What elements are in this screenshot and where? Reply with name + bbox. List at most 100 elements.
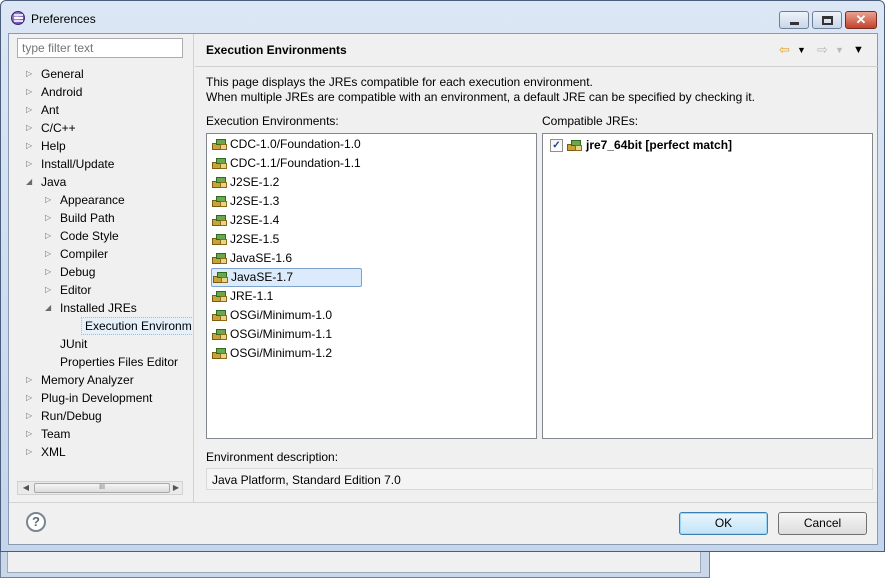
cancel-button[interactable]: Cancel	[778, 512, 867, 535]
environment-item-osgi-minimum-1-1[interactable]: OSGi/Minimum-1.1	[212, 325, 512, 344]
description-line: When multiple JREs are compatible with a…	[206, 90, 755, 104]
back-arrow-icon[interactable]: ⇦	[779, 42, 790, 58]
expand-arrow-icon[interactable]: ▷	[45, 209, 55, 227]
tree-item-run-debug[interactable]: ▷ Run/Debug	[16, 407, 192, 425]
expand-arrow-icon[interactable]: ▷	[45, 281, 55, 299]
jre-library-icon	[212, 195, 228, 208]
environment-item-jre-1-1[interactable]: JRE-1.1	[212, 287, 512, 306]
tree-item-help[interactable]: ▷ Help	[16, 137, 192, 155]
tree-item-execution-environm[interactable]: Execution Environm	[16, 317, 192, 335]
execution-environments-list[interactable]: CDC-1.0/Foundation-1.0 CDC-1.1/Foundation…	[206, 133, 537, 439]
jre-library-icon	[212, 233, 228, 246]
forward-dropdown-icon[interactable]: ▼	[835, 42, 844, 58]
scrollbar-grip: III	[99, 484, 105, 491]
expand-arrow-icon[interactable]: ▷	[26, 65, 36, 83]
compatible-jres-list[interactable]: ✓ jre7_64bit [perfect match]	[542, 133, 873, 439]
expand-arrow-icon[interactable]: ▷	[26, 407, 36, 425]
tree-item-java[interactable]: ◢ Java	[16, 173, 192, 191]
close-button[interactable]: ✕	[845, 11, 877, 29]
environment-item-j2se-1-3[interactable]: J2SE-1.3	[212, 192, 512, 211]
background-window-body	[7, 551, 701, 573]
tree-item-install-update[interactable]: ▷ Install/Update	[16, 155, 192, 173]
expand-arrow-icon[interactable]: ▷	[45, 191, 55, 209]
environment-description-label: Environment description:	[206, 450, 339, 464]
tree-item-label: Install/Update	[41, 157, 115, 171]
page-title: Execution Environments	[206, 43, 347, 57]
dialog-body: ▷ General ▷ Android ▷ Ant ▷ C/C++ ▷ Help ▷ Install/…	[8, 33, 879, 545]
pane-divider[interactable]	[193, 34, 194, 502]
environment-item-j2se-1-5[interactable]: J2SE-1.5	[212, 230, 512, 249]
expand-arrow-icon[interactable]: ▷	[26, 389, 36, 407]
environment-item-javase-1-7[interactable]: JavaSE-1.7	[211, 268, 362, 287]
minimize-icon	[790, 22, 799, 25]
tree-item-label: Debug	[60, 265, 96, 279]
tree-item-editor[interactable]: ▷ Editor	[16, 281, 192, 299]
tree-horizontal-scrollbar[interactable]: ◀ III ▶	[17, 481, 183, 495]
expand-arrow-icon[interactable]: ▷	[26, 137, 36, 155]
tree-item-label: Execution Environm	[81, 317, 192, 335]
expand-arrow-icon[interactable]: ▷	[26, 101, 36, 119]
jre-library-icon	[212, 347, 228, 360]
close-icon: ✕	[855, 12, 867, 27]
tree-item-debug[interactable]: ▷ Debug	[16, 263, 192, 281]
environment-item-osgi-minimum-1-2[interactable]: OSGi/Minimum-1.2	[212, 344, 512, 363]
forward-arrow-icon[interactable]: ⇨	[817, 42, 828, 58]
expand-arrow-icon[interactable]: ▷	[45, 245, 55, 263]
tree-item-plug-in-development[interactable]: ▷ Plug-in Development	[16, 389, 192, 407]
environment-item-label: JRE-1.1	[230, 289, 274, 303]
preferences-dialog: Preferences ✕ ▷ General ▷ Android ▷ Ant ▷ C/C++…	[0, 0, 885, 552]
tree-item-general[interactable]: ▷ General	[16, 65, 192, 83]
tree-item-appearance[interactable]: ▷ Appearance	[16, 191, 192, 209]
tree-item-label: JUnit	[60, 337, 88, 351]
tree-item-team[interactable]: ▷ Team	[16, 425, 192, 443]
back-dropdown-icon[interactable]: ▼	[797, 42, 806, 58]
tree-item-junit[interactable]: JUnit	[16, 335, 192, 353]
environment-item-j2se-1-4[interactable]: J2SE-1.4	[212, 211, 512, 230]
tree-item-xml[interactable]: ▷ XML	[16, 443, 192, 461]
collapse-arrow-icon[interactable]: ◢	[45, 299, 55, 317]
environment-item-label: CDC-1.1/Foundation-1.1	[230, 156, 361, 170]
tree-item-build-path[interactable]: ▷ Build Path	[16, 209, 192, 227]
expand-arrow-icon[interactable]: ▷	[26, 119, 36, 137]
environment-item-osgi-minimum-1-0[interactable]: OSGi/Minimum-1.0	[212, 306, 512, 325]
tree-item-compiler[interactable]: ▷ Compiler	[16, 245, 192, 263]
tree-item-label: C/C++	[41, 121, 76, 135]
expand-arrow-icon[interactable]: ▷	[26, 425, 36, 443]
minimize-button[interactable]	[779, 11, 809, 29]
help-icon[interactable]: ?	[26, 512, 46, 532]
jre-checkbox[interactable]: ✓	[550, 139, 563, 152]
expand-arrow-icon[interactable]: ▷	[26, 371, 36, 389]
expand-arrow-icon[interactable]: ▷	[45, 227, 55, 245]
tree-item-properties-files-editor[interactable]: Properties Files Editor	[16, 353, 192, 371]
jre-library-icon	[212, 252, 228, 265]
tree-item-c-c[interactable]: ▷ C/C++	[16, 119, 192, 137]
tree-item-android[interactable]: ▷ Android	[16, 83, 192, 101]
environment-item-j2se-1-2[interactable]: J2SE-1.2	[212, 173, 512, 192]
view-menu-icon[interactable]: ▼	[853, 42, 864, 58]
expand-arrow-icon[interactable]: ▷	[26, 83, 36, 101]
expand-arrow-icon[interactable]: ▷	[26, 155, 36, 173]
scroll-right-icon[interactable]: ▶	[169, 482, 183, 494]
expand-arrow-icon[interactable]: ▷	[26, 443, 36, 461]
environment-item-javase-1-6[interactable]: JavaSE-1.6	[212, 249, 512, 268]
collapse-arrow-icon[interactable]: ◢	[26, 173, 36, 191]
expand-arrow-icon[interactable]: ▷	[45, 263, 55, 281]
environment-item-cdc-1-1-foundation-1-1[interactable]: CDC-1.1/Foundation-1.1	[212, 154, 512, 173]
environment-item-label: CDC-1.0/Foundation-1.0	[230, 137, 361, 151]
scroll-left-icon[interactable]: ◀	[19, 482, 33, 494]
environment-item-cdc-1-0-foundation-1-0[interactable]: CDC-1.0/Foundation-1.0	[212, 135, 512, 154]
preferences-tree[interactable]: ▷ General ▷ Android ▷ Ant ▷ C/C++ ▷ Help ▷ Install/…	[16, 64, 192, 494]
tree-item-installed-jres[interactable]: ◢ Installed JREs	[16, 299, 192, 317]
title-bar[interactable]: Preferences ✕	[1, 1, 884, 33]
environment-item-label: OSGi/Minimum-1.0	[230, 308, 333, 322]
filter-input[interactable]	[17, 38, 183, 58]
scrollbar-thumb[interactable]: III	[34, 483, 170, 493]
tree-item-label: Build Path	[60, 211, 115, 225]
tree-item-memory-analyzer[interactable]: ▷ Memory Analyzer	[16, 371, 192, 389]
tree-item-label: Memory Analyzer	[41, 373, 134, 387]
tree-item-ant[interactable]: ▷ Ant	[16, 101, 192, 119]
tree-item-label: Run/Debug	[41, 409, 102, 423]
tree-item-code-style[interactable]: ▷ Code Style	[16, 227, 192, 245]
maximize-button[interactable]	[812, 11, 842, 29]
ok-button[interactable]: OK	[679, 512, 768, 535]
